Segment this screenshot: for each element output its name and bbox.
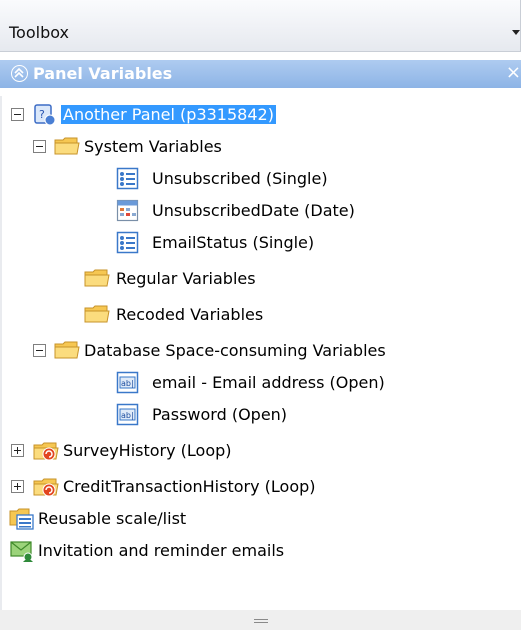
resize-splitter[interactable]	[0, 610, 521, 630]
tree-item-label: Regular Variables	[116, 269, 256, 288]
tree-item-root[interactable]: ? Another Panel (p3315842)	[0, 100, 360, 130]
folder-icon	[54, 135, 80, 159]
chevron-down-icon[interactable]	[512, 30, 520, 35]
panel-icon: ?	[33, 103, 57, 127]
tree-item-unsubscribed[interactable]: Unsubscribed (Single)	[0, 164, 328, 194]
tree-item-password[interactable]: ab| Password (Open)	[0, 400, 320, 430]
variables-tree: ? Another Panel (p3315842) System Variab…	[0, 96, 521, 606]
single-choice-icon	[116, 231, 140, 255]
folder-icon	[84, 303, 110, 327]
tree-item-label: Recoded Variables	[116, 305, 264, 324]
panel-header[interactable]: Panel Variables ×	[0, 60, 521, 88]
collapse-toggle[interactable]	[33, 344, 46, 357]
tree-item-label: Unsubscribed (Single)	[152, 169, 328, 188]
svg-text:ab|: ab|	[121, 379, 134, 388]
svg-text:ab|: ab|	[121, 411, 134, 420]
grip-line	[254, 619, 268, 620]
folder-icon	[84, 267, 110, 291]
tree-item-recoded-variables[interactable]: Recoded Variables	[0, 300, 300, 330]
single-choice-icon	[116, 167, 140, 191]
toolbox-header: Toolbox	[0, 0, 521, 52]
grip-line	[254, 622, 268, 623]
email-icon	[9, 539, 33, 563]
tree-item-label: Reusable scale/list	[38, 509, 187, 528]
close-icon[interactable]: ×	[506, 64, 521, 82]
panel-title: Panel Variables	[33, 64, 173, 83]
tree-item-system-variables[interactable]: System Variables	[0, 132, 300, 162]
expand-toggle[interactable]	[11, 480, 24, 493]
collapse-icon[interactable]	[11, 65, 28, 82]
tree-item-label: CreditTransactionHistory (Loop)	[63, 477, 316, 496]
open-text-icon: ab|	[116, 403, 140, 427]
date-icon	[116, 199, 140, 223]
tree-item-reusable-scale[interactable]: Reusable scale/list	[0, 504, 320, 534]
open-text-icon: ab|	[116, 371, 140, 395]
tree-item-regular-variables[interactable]: Regular Variables	[0, 264, 300, 294]
collapse-toggle[interactable]	[11, 108, 24, 121]
tree-item-label: Password (Open)	[152, 405, 288, 424]
folder-icon	[54, 339, 80, 363]
toolbox-title: Toolbox	[9, 23, 69, 42]
tree-item-label: Database Space-consuming Variables	[84, 341, 386, 360]
tree-item-invitation-emails[interactable]: Invitation and reminder emails	[0, 536, 400, 566]
expand-toggle[interactable]	[11, 444, 24, 457]
tree-item-survey-history[interactable]: SurveyHistory (Loop)	[0, 436, 360, 466]
tree-item-label: email - Email address (Open)	[152, 373, 385, 392]
loop-folder-icon	[33, 439, 59, 463]
collapse-toggle[interactable]	[33, 140, 46, 153]
tree-item-label: Invitation and reminder emails	[38, 541, 285, 560]
tree-item-label: System Variables	[84, 137, 222, 156]
tree-item-label: SurveyHistory (Loop)	[63, 441, 232, 460]
tree-item-email-status[interactable]: EmailStatus (Single)	[0, 228, 314, 258]
tree-item-label: EmailStatus (Single)	[152, 233, 315, 252]
reusable-list-icon	[9, 507, 34, 531]
tree-item-unsubscribed-date[interactable]: UnsubscribedDate (Date)	[0, 196, 355, 226]
loop-folder-icon	[33, 475, 59, 499]
tree-item-label: UnsubscribedDate (Date)	[152, 201, 355, 220]
tree-item-label: Another Panel (p3315842)	[61, 105, 276, 124]
svg-text:?: ?	[39, 108, 45, 121]
tree-item-email[interactable]: ab| email - Email address (Open)	[0, 368, 420, 398]
tree-item-database-variables[interactable]: Database Space-consuming Variables	[0, 336, 500, 366]
tree-item-credit-history[interactable]: CreditTransactionHistory (Loop)	[0, 472, 440, 502]
